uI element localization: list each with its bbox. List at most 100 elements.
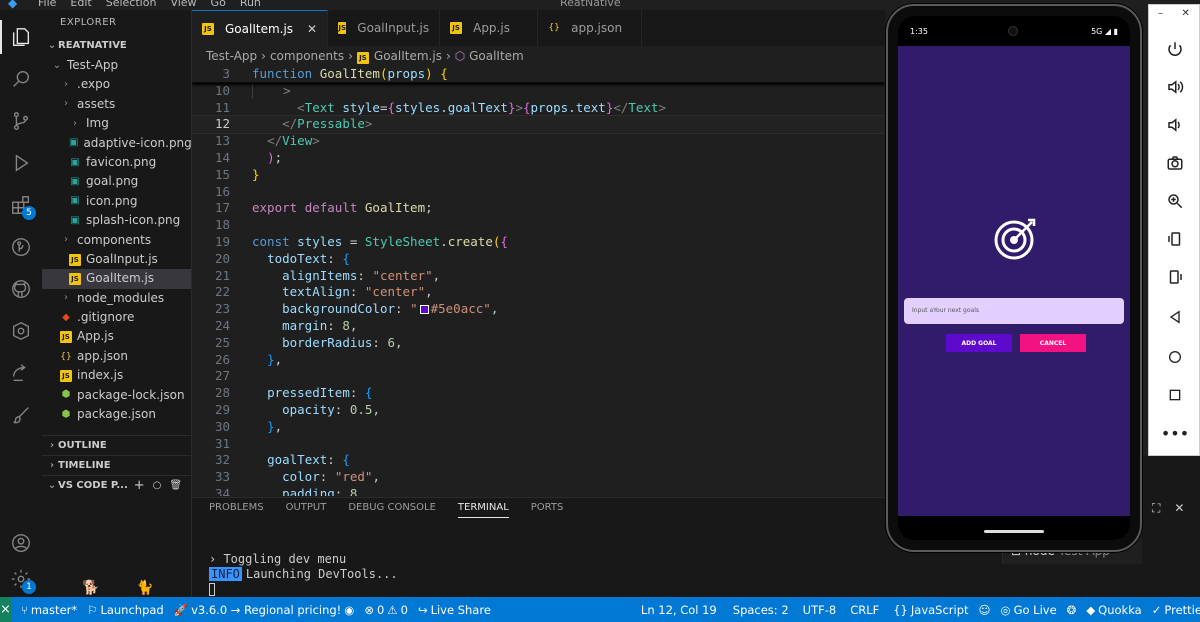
tab-goalinput[interactable]: JS GoalInput.js bbox=[328, 10, 441, 46]
sticky-scroll-line[interactable]: 3 function GoalItem(props) { bbox=[192, 66, 885, 83]
more-icon[interactable]: ••• bbox=[1161, 421, 1189, 445]
rotate-left-icon[interactable] bbox=[1163, 227, 1187, 251]
tab-debug-console[interactable]: DEBUG CONSOLE bbox=[348, 502, 436, 518]
tree-item[interactable]: › node_modules bbox=[42, 289, 191, 308]
tree-item[interactable]: JS GoalItem.js bbox=[42, 269, 191, 289]
goal-input[interactable]: Input aYour next goals bbox=[904, 298, 1124, 324]
outline-section[interactable]: › OUTLINE bbox=[42, 435, 191, 455]
tree-item[interactable]: JS App.js bbox=[42, 327, 191, 346]
rotate-right-icon[interactable] bbox=[1163, 265, 1187, 289]
code-line[interactable]: 32 goalText: { bbox=[192, 452, 885, 469]
copilot-icon[interactable]: ☺ bbox=[979, 603, 991, 617]
remote-indicator-icon[interactable]: ⨯ bbox=[0, 597, 11, 622]
code-line[interactable]: 34 padding: 8 bbox=[192, 486, 885, 496]
tab-ports[interactable]: PORTS bbox=[531, 502, 564, 518]
power-icon[interactable] bbox=[1163, 37, 1187, 61]
code-line[interactable]: 11 <Text style={styles.goalText}>{props.… bbox=[192, 100, 885, 117]
tree-item[interactable]: ▣ icon.png bbox=[42, 192, 191, 211]
code-line[interactable]: 27 bbox=[192, 368, 885, 385]
code-line[interactable]: 20 todoText: { bbox=[192, 251, 885, 268]
circle-icon[interactable]: ○ bbox=[153, 476, 162, 496]
code-line[interactable]: 19 const styles = StyleSheet.create({ bbox=[192, 234, 885, 251]
menu-run[interactable]: Run bbox=[240, 0, 261, 9]
back-icon[interactable] bbox=[1163, 305, 1187, 329]
version-notice[interactable]: 🚀 v3.6.0 → Regional pricing! ◉ bbox=[174, 603, 355, 617]
code-line[interactable]: 33 color: "red", bbox=[192, 469, 885, 486]
search-icon[interactable] bbox=[8, 66, 34, 92]
tree-item[interactable]: › Img bbox=[42, 114, 191, 133]
menu-selection[interactable]: Selection bbox=[106, 0, 157, 9]
code-line[interactable]: 10 > bbox=[192, 82, 885, 100]
tree-item[interactable]: ▣ favicon.png bbox=[42, 153, 191, 172]
code-line[interactable]: 18 bbox=[192, 217, 885, 234]
tree-item[interactable]: JS index.js bbox=[42, 366, 191, 385]
menu-go[interactable]: Go bbox=[211, 0, 226, 9]
source-control-icon[interactable] bbox=[8, 108, 34, 134]
code-line[interactable]: 12 </Pressable> bbox=[192, 115, 885, 135]
tree-item[interactable]: ◆ .gitignore bbox=[42, 308, 191, 327]
menu-view[interactable]: View bbox=[170, 0, 196, 9]
cursor-position[interactable]: Ln 12, Col 19 bbox=[641, 603, 717, 617]
run-debug-icon[interactable] bbox=[8, 150, 34, 176]
close-icon[interactable]: ✕ bbox=[307, 22, 317, 36]
volume-up-icon[interactable] bbox=[1163, 75, 1187, 99]
close-icon[interactable]: ✕ bbox=[1181, 8, 1189, 19]
close-icon[interactable]: ✕ bbox=[1174, 501, 1184, 516]
volume-down-icon[interactable] bbox=[1163, 113, 1187, 137]
live-share-button[interactable]: ↪ Live Share bbox=[418, 603, 491, 617]
code-line[interactable]: 26 }, bbox=[192, 352, 885, 369]
language-mode[interactable]: {} JavaScript bbox=[893, 603, 968, 617]
tab-problems[interactable]: PROBLEMS bbox=[209, 502, 264, 518]
tab-app-json[interactable]: {} app.json bbox=[538, 10, 643, 46]
remote-explorer-icon[interactable] bbox=[8, 360, 34, 386]
branch-indicator[interactable]: ⑂ master* bbox=[21, 603, 77, 617]
code-line[interactable]: 23 backgroundColor: " #5e0acc", bbox=[192, 301, 885, 318]
breadcrumb-folder[interactable]: components bbox=[270, 49, 344, 63]
tree-item[interactable]: › components bbox=[42, 231, 191, 250]
tree-item[interactable]: ▣ goal.png bbox=[42, 172, 191, 191]
brush-icon[interactable] bbox=[8, 402, 34, 428]
zoom-in-icon[interactable] bbox=[1163, 189, 1187, 213]
tab-terminal[interactable]: TERMINAL bbox=[457, 502, 509, 518]
problems-indicator[interactable]: ⊗ 0 ⚠ 0 bbox=[364, 603, 408, 617]
breadcrumb-file[interactable]: GoalItem.js bbox=[374, 49, 442, 63]
kubernetes-icon[interactable] bbox=[8, 318, 34, 344]
extensions-icon[interactable]: 5 bbox=[8, 192, 36, 220]
code-line[interactable]: 28 pressedItem: { bbox=[192, 385, 885, 402]
code-line[interactable]: 31 bbox=[192, 436, 885, 453]
code-editor[interactable]: 3 function GoalItem(props) { 10 >11 <Text… bbox=[192, 66, 885, 496]
code-line[interactable]: 22 textAlign: "center", bbox=[192, 284, 885, 301]
add-pet-icon[interactable]: + bbox=[134, 476, 145, 496]
code-line[interactable]: 15} bbox=[192, 167, 885, 184]
gitlens-icon[interactable] bbox=[8, 234, 34, 260]
tree-item[interactable]: ⬢ package-lock.json bbox=[42, 386, 191, 405]
quokka-button[interactable]: ◆ Quokka bbox=[1086, 603, 1141, 617]
home-indicator[interactable] bbox=[984, 530, 1044, 533]
menu-file[interactable]: File bbox=[38, 0, 56, 9]
breadcrumb-folder[interactable]: Test-App bbox=[206, 49, 257, 63]
overview-icon[interactable] bbox=[1163, 383, 1187, 407]
prettier-button[interactable]: ✓Prettier bbox=[1152, 603, 1200, 617]
tab-app[interactable]: JS App.js bbox=[440, 10, 539, 46]
terminal-output[interactable]: › Toggling dev menu INFO Launching DevToo… bbox=[209, 552, 398, 597]
workspace-header[interactable]: ⌄ REATNATIVE bbox=[42, 36, 191, 56]
go-live-button[interactable]: ◎ Go Live bbox=[1001, 603, 1057, 617]
tree-item[interactable]: ⌄ Test-App bbox=[42, 56, 191, 75]
menu-edit[interactable]: Edit bbox=[70, 0, 91, 9]
maximize-icon[interactable]: ⛶ bbox=[1152, 501, 1160, 516]
tab-goalitem[interactable]: JS GoalItem.js ✕ bbox=[192, 10, 329, 46]
tree-item[interactable]: {} app.json bbox=[42, 347, 191, 366]
add-goal-button[interactable]: ADD GOAL bbox=[946, 334, 1012, 352]
code-line[interactable]: 14 ); bbox=[192, 150, 885, 167]
code-line[interactable]: 25 borderRadius: 6, bbox=[192, 335, 885, 352]
code-line[interactable]: 30 }, bbox=[192, 419, 885, 436]
tree-item[interactable]: JS GoalInput.js bbox=[42, 250, 191, 269]
trash-icon[interactable]: 🗑 bbox=[169, 476, 182, 496]
minimize-icon[interactable]: – bbox=[1158, 8, 1163, 19]
tree-item[interactable]: ▣ splash-icon.png bbox=[42, 211, 191, 230]
code-line[interactable]: 24 margin: 8, bbox=[192, 318, 885, 335]
cancel-button[interactable]: CANCEL bbox=[1020, 334, 1086, 352]
code-line[interactable]: 29 opacity: 0.5, bbox=[192, 402, 885, 419]
account-icon[interactable] bbox=[8, 530, 34, 556]
home-icon[interactable] bbox=[1163, 345, 1187, 369]
